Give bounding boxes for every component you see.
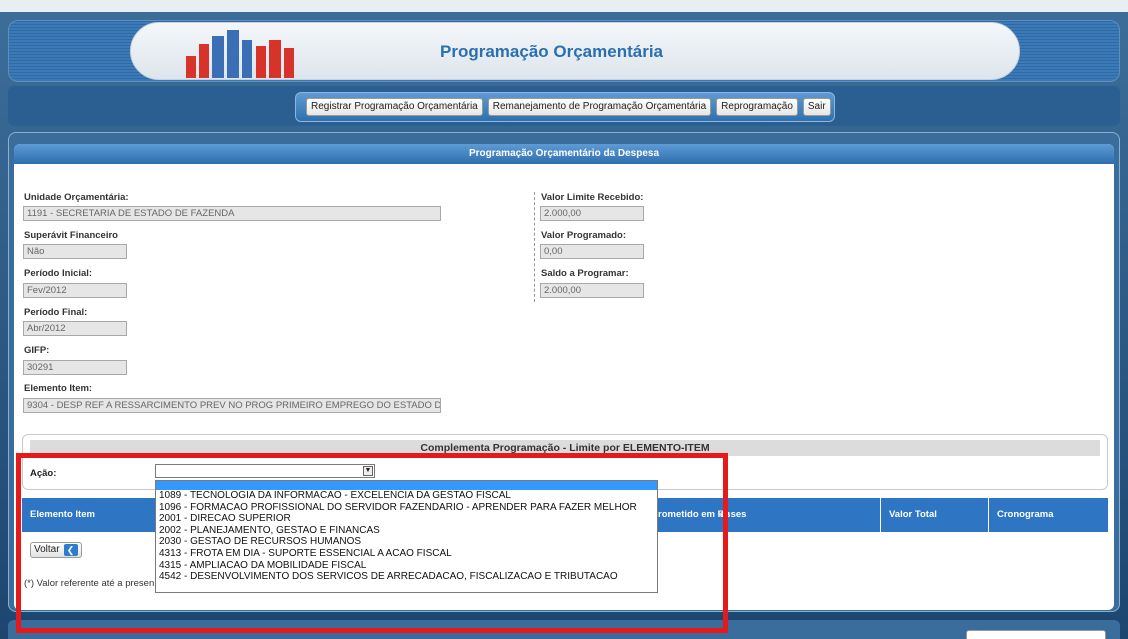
dropdown-option[interactable]: 2001 - DIRECAO SUPERIOR (156, 513, 657, 525)
dropdown-option[interactable]: 2002 - PLANEJAMENTO, GESTAO E FINANCAS (156, 525, 657, 537)
acao-dropdown-list: 1089 - TECNOLOGIA DA INFORMACAO - EXCELE… (155, 480, 658, 593)
panel-title: Programação Orçamentário da Despesa (14, 144, 1114, 164)
bar-chart-logo-icon (186, 30, 294, 78)
th-elemento-item: Elemento Item (30, 509, 95, 520)
saldo-programar-field: 2.000,00 (540, 283, 644, 298)
footnote-text: (*) Valor referente até a presen (24, 578, 155, 589)
th-comprometido: rometido em Re (658, 509, 730, 520)
valor-limite-field: 2.000,00 (540, 206, 644, 221)
chevron-down-icon[interactable]: ▼ (363, 466, 373, 476)
periodo-inicial-field: Fev/2012 (23, 283, 127, 298)
superavit-label: Superávit Financeiro (24, 230, 118, 241)
app-title: Programação Orçamentária (440, 42, 663, 61)
gifp-field: 30291 (23, 360, 127, 375)
voltar-button[interactable]: Voltar ❮ (30, 542, 82, 558)
elemento-item-label: Elemento Item: (24, 383, 93, 394)
gifp-label: GIFP: (24, 345, 50, 356)
dropdown-option[interactable]: 1089 - TECNOLOGIA DA INFORMACAO - EXCELE… (156, 490, 657, 502)
main-nav: Registrar Programação Orçamentária Reman… (295, 92, 835, 122)
acao-label: Ação: (30, 468, 57, 479)
top-strip (0, 0, 1128, 12)
bottom-band (8, 620, 1120, 639)
bottom-input[interactable] (966, 630, 1106, 639)
complementa-title: Complementa Programação - Limite por ELE… (30, 440, 1100, 456)
dropdown-option[interactable]: 1096 - FORMACAO PROFISSIONAL DO SERVIDOR… (156, 502, 657, 514)
dropdown-option[interactable]: 4313 - FROTA EM DIA - SUPORTE ESSENCIAL … (156, 548, 657, 560)
dropdown-option[interactable]: 2030 - GESTAO DE RECURSOS HUMANOS (156, 536, 657, 548)
periodo-inicial-label: Período Inicial: (24, 268, 93, 279)
periodo-final-field: Abr/2012 (23, 321, 127, 336)
th-valor-total: Valor Total (880, 498, 988, 532)
unidade-field: 1191 - SECRETARIA DE ESTADO DE FAZENDA (23, 206, 441, 221)
saldo-programar-label: Saldo a Programar: (541, 268, 629, 279)
th-cronograma: Cronograma (988, 498, 1108, 532)
valor-programado-field: 0,00 (540, 244, 644, 259)
nav-sair-button[interactable]: Sair (802, 98, 831, 116)
unidade-label: Unidade Orçamentária: (24, 192, 129, 203)
nav-remanejamento-button[interactable]: Remanejamento de Programação Orçamentári… (487, 98, 712, 116)
periodo-final-label: Período Final: (24, 307, 88, 318)
nav-registrar-button[interactable]: Registrar Programação Orçamentária (306, 98, 483, 116)
valor-programado-label: Valor Programado: (541, 230, 626, 241)
chevron-left-icon: ❮ (63, 544, 78, 556)
elemento-item-field: 9304 - DESP REF A RESSARCIMENTO PREV NO … (23, 398, 441, 413)
dropdown-option[interactable]: 4542 - DESENVOLVIMENTO DOS SERVICOS DE A… (156, 571, 657, 583)
valor-limite-label: Valor Limite Recebido: (541, 192, 644, 203)
dropdown-highlight-row[interactable] (156, 481, 657, 490)
dropdown-option[interactable]: 4315 - AMPLIACAO DA MOBILIDADE FISCAL (156, 560, 657, 572)
column-separator (534, 192, 535, 302)
acao-select[interactable]: ▼ (155, 464, 375, 478)
superavit-field: Não (23, 244, 127, 259)
voltar-label: Voltar (34, 544, 60, 555)
nav-reprogramacao-button[interactable]: Reprogramação (716, 98, 798, 116)
th-repasses: asses (720, 509, 747, 520)
